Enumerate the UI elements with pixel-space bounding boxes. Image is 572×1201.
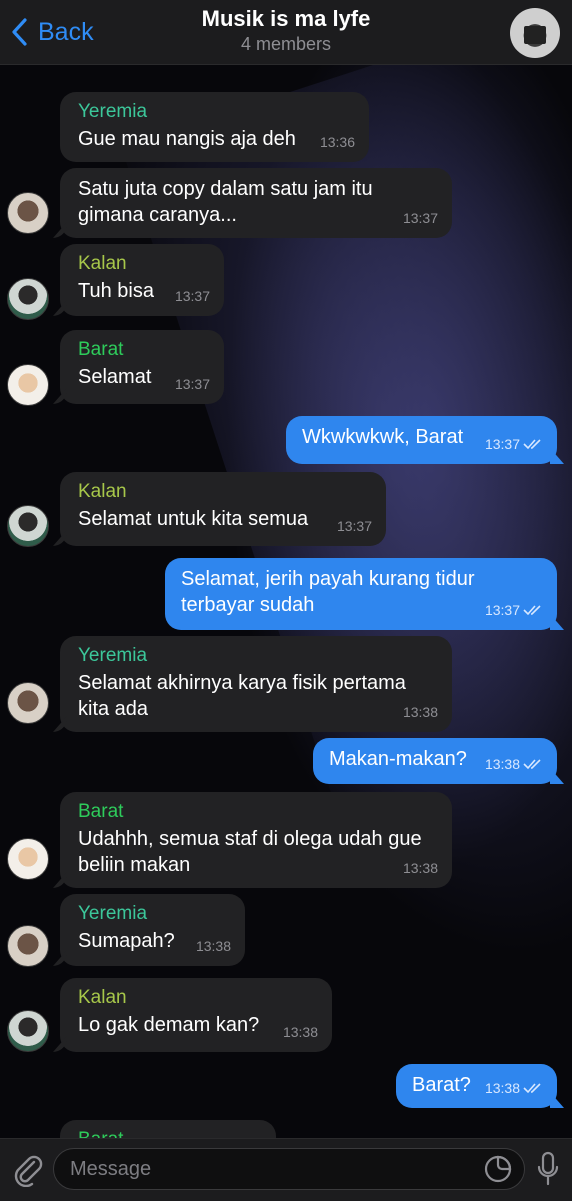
chat-title-block[interactable]: Musik is ma lyfe 4 members <box>0 6 572 56</box>
member-count: 4 members <box>240 34 332 54</box>
sticker-icon[interactable] <box>484 1155 512 1183</box>
message-time: 13:37 <box>402 210 438 226</box>
message-time: 13:38 <box>195 938 231 954</box>
message-time: 13:37 <box>174 288 210 304</box>
sender-name: Barat <box>78 1128 262 1138</box>
avatar-kalan[interactable] <box>7 1010 49 1052</box>
double-check-icon <box>523 439 541 450</box>
message-bubble-outgoing[interactable]: Wkwkwkwk, Barat 13:37 <box>286 416 557 464</box>
sender-name: Barat <box>78 801 124 822</box>
message-time: 13:38 <box>484 756 520 772</box>
message-bubble[interactable]: Kalan Tuh bisa 13:37 <box>60 244 224 316</box>
message-composer <box>0 1138 572 1201</box>
message-text: Selamat, jerih payah kurang tidur terbay… <box>181 568 475 616</box>
sender-name: Yeremia <box>78 645 148 666</box>
message-time: 13:38 <box>484 1080 520 1096</box>
message-time-status: 13:37 <box>485 431 543 457</box>
double-check-icon <box>523 1083 541 1094</box>
message-text: Wkwkwkwk, Barat <box>302 426 464 448</box>
paperclip-icon[interactable] <box>12 1153 44 1187</box>
message-time: 13:36 <box>319 134 355 150</box>
message-bubble[interactable]: Barat <box>60 1120 276 1138</box>
message-time-status: 13:37 <box>485 597 543 623</box>
sender-name: Kalan <box>78 481 127 502</box>
message-text: Udahhh, semua staf di olega udah gue bel… <box>78 828 422 876</box>
message-bubble[interactable]: Barat Udahhh, semua staf di olega udah g… <box>60 792 452 888</box>
message-text: Lo gak demam kan? <box>78 1014 260 1036</box>
avatar-barat[interactable] <box>7 838 49 880</box>
message-text: Selamat akhirnya karya fisik pertama kit… <box>78 672 406 720</box>
message-text: Gue mau nangis aja deh <box>78 128 296 150</box>
message-time-status: 13:38 <box>485 1075 543 1101</box>
sender-name: Kalan <box>78 253 127 274</box>
message-input[interactable] <box>53 1148 525 1190</box>
avatar-kalan[interactable] <box>7 278 49 320</box>
double-check-icon <box>523 605 541 616</box>
message-text: Tuh bisa <box>78 280 154 302</box>
double-check-icon <box>523 759 541 770</box>
avatar-yeremia[interactable] <box>7 925 49 967</box>
message-time: 13:38 <box>282 1024 318 1040</box>
chat-title: Musik is ma lyfe <box>201 6 371 31</box>
message-time: 13:37 <box>174 376 210 392</box>
message-time: 13:38 <box>402 704 438 720</box>
message-bubble[interactable]: Yeremia Gue mau nangis aja deh 13:36 <box>60 92 369 162</box>
microphone-icon[interactable] <box>536 1151 560 1187</box>
avatar-kalan[interactable] <box>7 505 49 547</box>
message-time-status: 13:38 <box>485 751 543 777</box>
avatar-yeremia[interactable] <box>7 192 49 234</box>
message-text: Sumapah? <box>78 930 175 952</box>
message-bubble[interactable]: Satu juta copy dalam satu jam itu gimana… <box>60 168 452 238</box>
message-text: Selamat <box>78 366 152 388</box>
sender-name: Yeremia <box>78 903 148 924</box>
sender-name: Kalan <box>78 987 127 1008</box>
message-bubble[interactable]: Yeremia Sumapah? 13:38 <box>60 894 245 966</box>
message-bubble[interactable]: Yeremia Selamat akhirnya karya fisik per… <box>60 636 452 732</box>
avatar-yeremia[interactable] <box>7 682 49 724</box>
message-bubble[interactable]: Kalan Selamat untuk kita semua 13:37 <box>60 472 386 546</box>
message-text: Makan-makan? <box>329 748 467 770</box>
sender-name: Barat <box>78 339 124 360</box>
message-text: Barat? <box>412 1074 471 1096</box>
message-bubble-outgoing[interactable]: Makan-makan? 13:38 <box>313 738 557 784</box>
message-time: 13:37 <box>484 602 520 618</box>
avatar-barat[interactable] <box>7 364 49 406</box>
group-avatar[interactable] <box>510 8 560 58</box>
message-time: 13:37 <box>336 518 372 534</box>
message-text: Selamat untuk kita semua <box>78 508 309 530</box>
message-text: Satu juta copy dalam satu jam itu gimana… <box>78 178 373 226</box>
sender-name: Yeremia <box>78 101 148 122</box>
message-time: 13:37 <box>484 436 520 452</box>
message-bubble[interactable]: Barat Selamat 13:37 <box>60 330 224 404</box>
message-bubble-outgoing[interactable]: Selamat, jerih payah kurang tidur terbay… <box>165 558 557 630</box>
chat-header: Back Musik is ma lyfe 4 members <box>0 0 572 65</box>
message-time: 13:38 <box>402 860 438 876</box>
message-list[interactable]: Yeremia Gue mau nangis aja deh 13:36 Sat… <box>0 64 572 1138</box>
message-bubble-outgoing[interactable]: Barat? 13:38 <box>396 1064 557 1108</box>
message-bubble[interactable]: Kalan Lo gak demam kan? 13:38 <box>60 978 332 1052</box>
